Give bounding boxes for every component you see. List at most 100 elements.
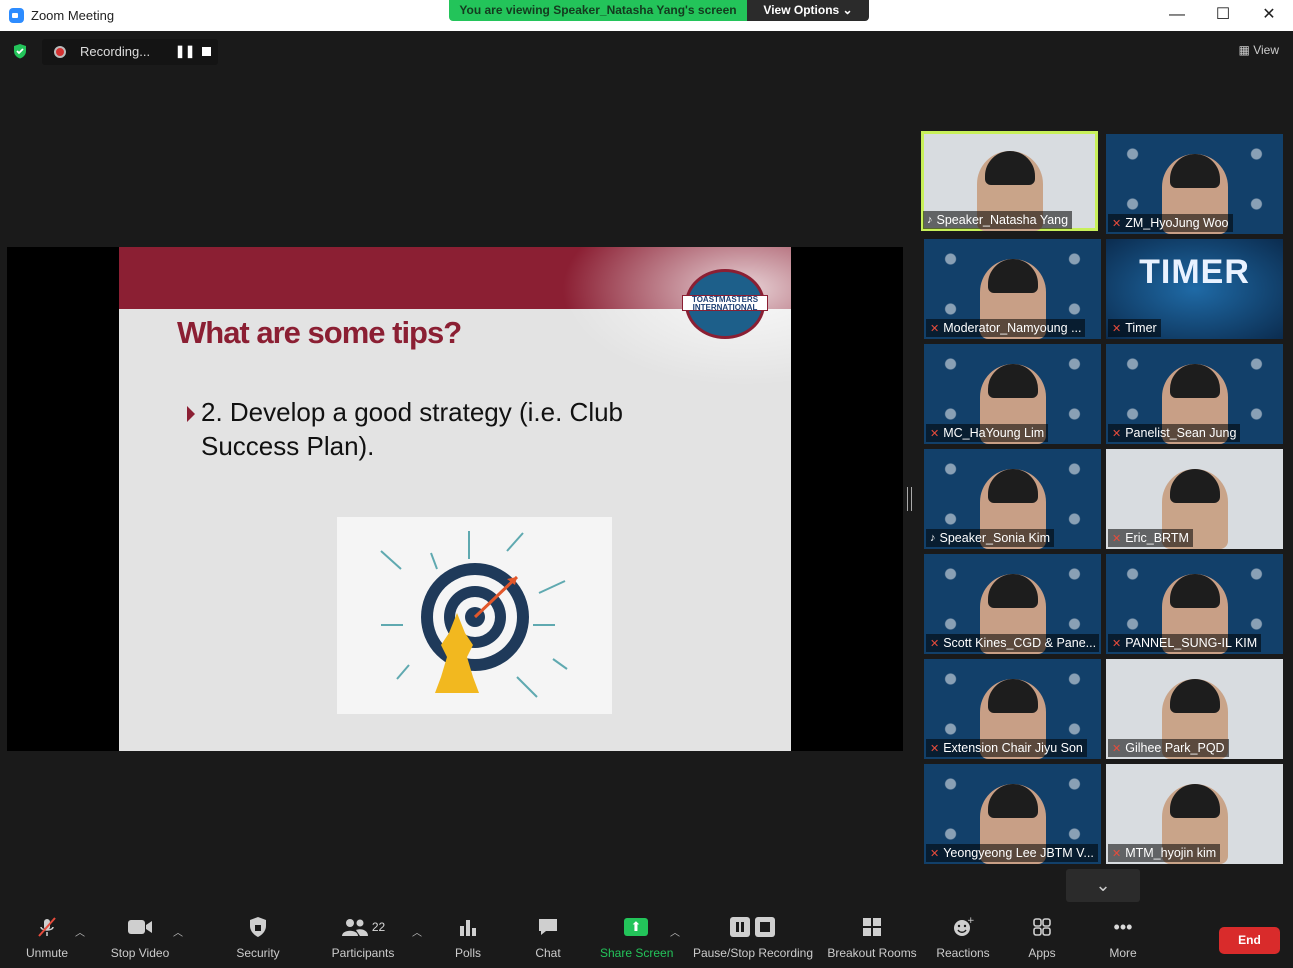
mic-off-icon: ✕ — [1112, 217, 1122, 230]
participant-tile[interactable]: ✕ Moderator_Namyoung ... — [924, 239, 1101, 339]
encryption-shield-icon[interactable] — [12, 43, 28, 59]
participant-name-tag: ✕ MTM_hyojin kim — [1108, 844, 1221, 862]
participant-name: MC_HaYoung Lim — [943, 426, 1045, 440]
participant-tile[interactable]: ♪ Speaker_Sonia Kim — [924, 449, 1101, 549]
participants-button[interactable]: 22 Participants — [330, 915, 396, 960]
breakout-rooms-label: Breakout Rooms — [827, 946, 917, 960]
participant-name: Speaker_Natasha Yang — [936, 213, 1069, 227]
bullet-arrow-icon — [187, 406, 195, 422]
participant-tile[interactable]: ✕ Extension Chair Jiyu Son — [924, 659, 1101, 759]
stop-recording-button[interactable] — [202, 47, 211, 56]
participant-tile[interactable]: ✕ Panelist_Sean Jung — [1106, 344, 1283, 444]
unmute-button[interactable]: Unmute — [20, 915, 74, 960]
participant-tile[interactable]: TIMER ✕ Timer — [1106, 239, 1283, 339]
mic-off-icon: ✕ — [930, 322, 940, 335]
mic-off-icon: ✕ — [1112, 637, 1122, 650]
video-options-caret[interactable]: ︿ — [173, 924, 183, 939]
mic-off-icon: ✕ — [1112, 427, 1122, 440]
participant-tile[interactable]: ✕ ZM_HyoJung Woo — [1106, 134, 1283, 234]
reactions-button[interactable]: + Reactions — [933, 915, 993, 960]
stop-video-label: Stop Video — [110, 946, 170, 960]
mic-off-icon: ✕ — [1112, 847, 1122, 860]
participant-name: Scott Kines_CGD & Pane... — [943, 636, 1095, 650]
recording-indicator: Recording... ❚❚ — [42, 39, 218, 65]
pause-recording-button[interactable]: ❚❚ — [175, 44, 195, 58]
panel-resize-handle[interactable] — [907, 487, 912, 511]
participant-name-tag: ✕ ZM_HyoJung Woo — [1108, 214, 1233, 232]
security-label: Security — [236, 946, 280, 960]
participant-tile[interactable]: ✕ Gilhee Park_PQD — [1106, 659, 1283, 759]
close-button[interactable]: ✕ — [1249, 3, 1289, 27]
participant-tile[interactable]: ✕ Yeongyeong Lee JBTM V... — [924, 764, 1101, 864]
timer-overlay-text: TIMER — [1139, 253, 1250, 291]
apps-icon — [1024, 915, 1060, 939]
pause-stop-recording-button[interactable]: Pause/Stop Recording — [692, 915, 814, 960]
participant-name: PANNEL_SUNG-IL KIM — [1125, 636, 1258, 650]
breakout-rooms-button[interactable]: Breakout Rooms — [826, 915, 918, 960]
more-button[interactable]: ••• More — [1105, 915, 1141, 961]
record-dot-icon — [54, 46, 66, 58]
participant-name: Speaker_Sonia Kim — [939, 531, 1050, 545]
share-screen-button[interactable]: ⬆ Share Screen — [600, 915, 674, 960]
participant-name-tag: ✕ Yeongyeong Lee JBTM V... — [926, 844, 1098, 862]
apps-button[interactable]: Apps — [1024, 915, 1060, 960]
polls-button[interactable]: Polls — [450, 915, 486, 960]
meeting-toolbar: Unmute ︿ Stop Video ︿ Security 22 Partic… — [0, 905, 1293, 968]
security-button[interactable]: Security — [232, 915, 284, 960]
pause-stop-recording-label: Pause/Stop Recording — [692, 946, 814, 960]
participant-name-tag: ✕ Moderator_Namyoung ... — [926, 319, 1086, 337]
shared-screen: TOASTMASTERS INTERNATIONAL What are some… — [7, 247, 903, 751]
participant-tile[interactable]: ✕ Scott Kines_CGD & Pane... — [924, 554, 1101, 654]
participant-tile[interactable]: ✕ PANNEL_SUNG-IL KIM — [1106, 554, 1283, 654]
presentation-slide: TOASTMASTERS INTERNATIONAL What are some… — [119, 247, 791, 751]
participant-tile[interactable]: ✕ MTM_hyojin kim — [1106, 764, 1283, 864]
participant-tile[interactable]: ✕ Eric_BRTM — [1106, 449, 1283, 549]
reactions-label: Reactions — [936, 946, 990, 960]
minimize-button[interactable]: — — [1157, 3, 1197, 27]
mic-off-icon: ✕ — [930, 847, 940, 860]
end-meeting-button[interactable]: End — [1219, 927, 1280, 954]
people-icon: 22 — [330, 915, 396, 939]
screen-share-banner: You are viewing Speaker_Natasha Yang's s… — [449, 0, 747, 21]
mic-off-icon: ✕ — [1112, 742, 1122, 755]
video-camera-icon — [107, 915, 173, 939]
share-screen-label: Share Screen — [600, 946, 674, 960]
smiley-icon: + — [933, 915, 993, 939]
ellipsis-icon: ••• — [1113, 916, 1133, 937]
view-options-button[interactable]: View Options ⌄ — [747, 0, 869, 21]
participants-count: 22 — [371, 920, 386, 934]
chat-button[interactable]: Chat — [530, 915, 566, 960]
toastmasters-logo-text: TOASTMASTERS INTERNATIONAL — [682, 295, 768, 312]
grid-icon — [826, 915, 918, 939]
participant-tile[interactable]: ✕ MC_HaYoung Lim — [924, 344, 1101, 444]
participant-name: ZM_HyoJung Woo — [1125, 216, 1229, 230]
view-layout-button[interactable]: ▦ View — [1239, 43, 1279, 57]
unmute-label: Unmute — [25, 946, 69, 960]
participant-name-tag: ♪ Speaker_Sonia Kim — [926, 529, 1054, 547]
svg-text:+: + — [967, 916, 974, 926]
gallery-next-page-button[interactable]: ⌄ — [1066, 869, 1140, 902]
participant-name-tag: ✕ Eric_BRTM — [1108, 529, 1193, 547]
participant-name: Gilhee Park_PQD — [1125, 741, 1225, 755]
apps-label: Apps — [1028, 946, 1056, 960]
bar-chart-icon — [450, 915, 486, 939]
maximize-button[interactable]: ☐ — [1203, 3, 1243, 27]
share-options-caret[interactable]: ︿ — [670, 924, 680, 939]
zoom-logo-icon — [9, 8, 24, 23]
window-titlebar: Zoom Meeting You are viewing Speaker_Nat… — [0, 0, 1293, 31]
stop-video-button[interactable]: Stop Video — [107, 915, 173, 960]
participant-name-tag: ✕ MC_HaYoung Lim — [926, 424, 1049, 442]
audio-options-caret[interactable]: ︿ — [75, 924, 85, 939]
participant-tile[interactable]: ♪ Speaker_Natasha Yang — [921, 131, 1098, 231]
participant-name: Moderator_Namyoung ... — [943, 321, 1082, 335]
participant-name: Eric_BRTM — [1125, 531, 1189, 545]
mic-off-icon: ✕ — [930, 742, 940, 755]
participant-name-tag: ✕ Panelist_Sean Jung — [1108, 424, 1241, 442]
participant-name-tag: ✕ Extension Chair Jiyu Son — [926, 739, 1087, 757]
participants-options-caret[interactable]: ︿ — [412, 924, 422, 939]
participants-label: Participants — [331, 946, 395, 960]
chat-bubble-icon — [530, 915, 566, 939]
speaking-icon: ♪ — [930, 532, 936, 544]
meeting-topbar: Recording... ❚❚ ▦ View — [0, 31, 1293, 71]
mic-off-icon: ✕ — [1112, 322, 1122, 335]
